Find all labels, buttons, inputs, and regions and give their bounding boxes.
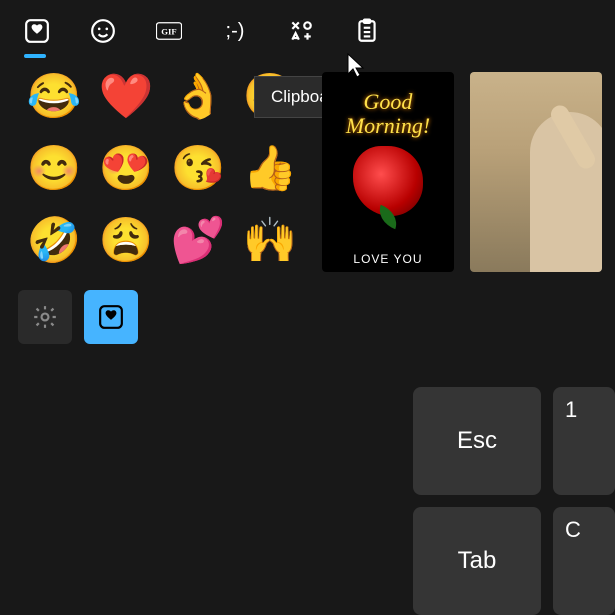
- emoji-item[interactable]: 🙌: [240, 210, 300, 270]
- rose-graphic: [353, 146, 423, 216]
- tab-gif[interactable]: GIF: [154, 16, 184, 46]
- key-esc[interactable]: Esc: [413, 387, 541, 495]
- tab-favorites[interactable]: [22, 16, 52, 46]
- favorites-button[interactable]: [84, 290, 138, 344]
- keyboard-fragment: Esc 1 Tab C: [413, 387, 615, 615]
- emoji-item[interactable]: 🤣: [24, 210, 84, 270]
- emoji-item[interactable]: 😍: [96, 138, 156, 198]
- settings-button[interactable]: [18, 290, 72, 344]
- emoji-item[interactable]: 😘: [168, 138, 228, 198]
- tab-clipboard[interactable]: [352, 16, 382, 46]
- emoji-item[interactable]: 💕: [168, 210, 228, 270]
- tab-emoji[interactable]: [88, 16, 118, 46]
- gif-card-good-morning[interactable]: Good Morning! LOVE YOU: [322, 72, 454, 272]
- emoji-item[interactable]: 😂: [24, 66, 84, 126]
- gif-label: GIF: [161, 26, 176, 36]
- emoji-item[interactable]: 😩: [96, 210, 156, 270]
- gif-text-line: Morning!: [346, 113, 430, 138]
- key-1[interactable]: 1: [553, 387, 615, 495]
- key-tab[interactable]: Tab: [413, 507, 541, 615]
- emoji-item[interactable]: ❤️: [96, 66, 156, 126]
- gif-caption: LOVE YOU: [322, 252, 454, 266]
- emoji-item[interactable]: 👍: [240, 138, 300, 198]
- emoji-item[interactable]: 😊: [24, 138, 84, 198]
- mouse-cursor-icon: [346, 52, 366, 78]
- emoji-item[interactable]: 👌: [168, 66, 228, 126]
- gif-card-kitchen[interactable]: [470, 72, 602, 272]
- tab-symbols[interactable]: [286, 16, 316, 46]
- gif-text-line: Good: [364, 89, 413, 114]
- key-partial[interactable]: C: [553, 507, 615, 615]
- tab-kaomoji[interactable]: ;-): [220, 16, 250, 46]
